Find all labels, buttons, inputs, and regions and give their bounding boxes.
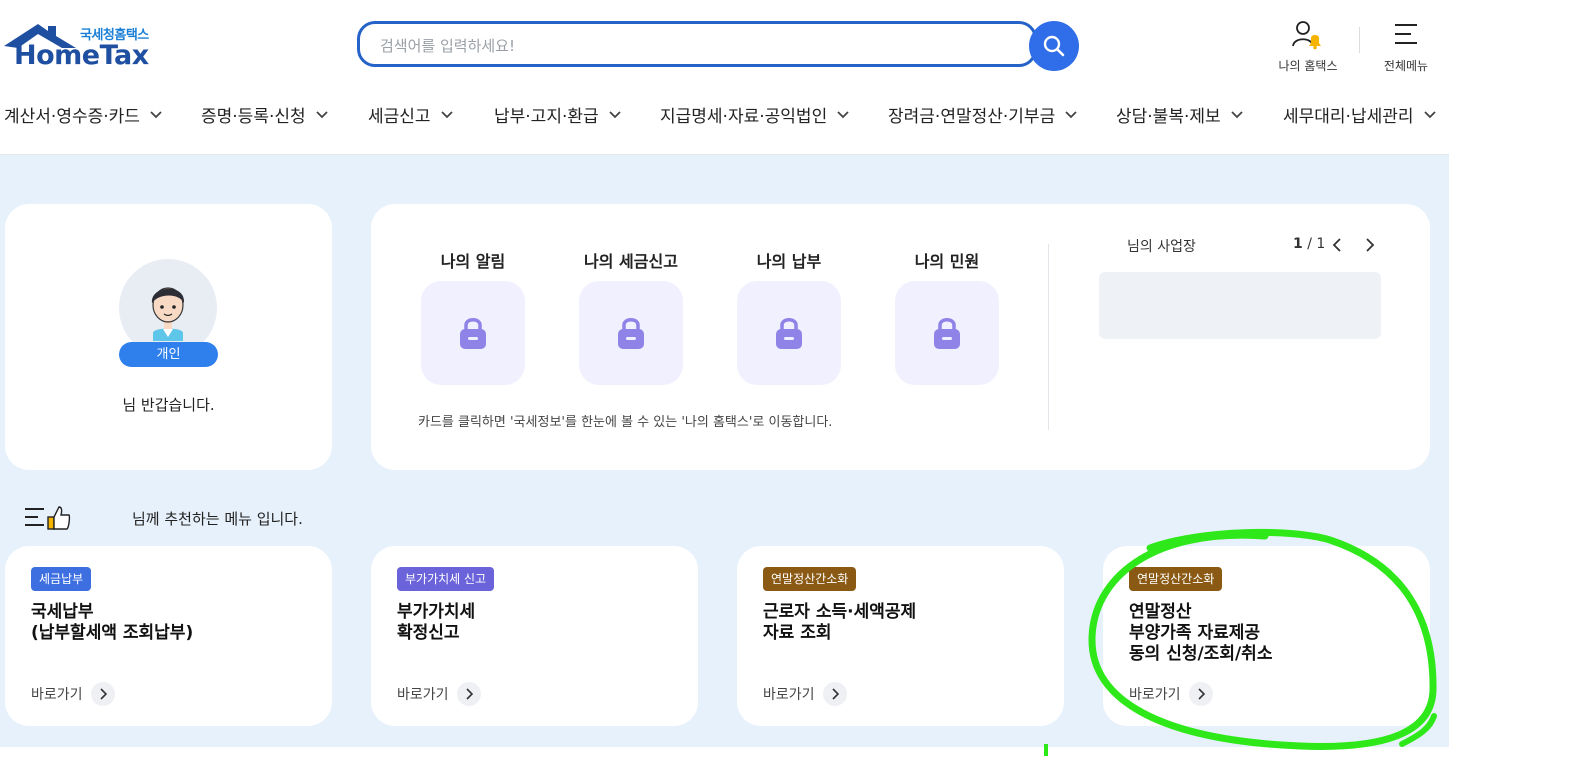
recommend-card-title: 국세납부 (납부할세액 조회납부) [31, 602, 194, 643]
recommend-title-text: 님께 추천하는 메뉴 입니다. [132, 509, 303, 528]
chevron-down-icon [1231, 110, 1243, 118]
stat-tile-civil[interactable] [895, 281, 999, 385]
nav-item-payment[interactable]: 납부·고지·환급 [494, 102, 621, 127]
business-title: 님의 사업장 [1127, 239, 1196, 255]
chevron-down-icon [316, 110, 328, 118]
recommend-card-vat[interactable]: 부가가치세 신고 부가가치세 확정신고 바로가기 [371, 546, 698, 726]
recommend-card-title: 근로자 소득·세액공제 자료 조회 [763, 602, 917, 643]
chevron-right-icon [1188, 682, 1213, 706]
go-label: 바로가기 [31, 687, 83, 703]
nav-item-tax-agent[interactable]: 세무대리·납세관리 [1283, 102, 1436, 127]
recommend-card-title: 부가가치세 확정신고 [397, 602, 476, 643]
nav-item-statements[interactable]: 지급명세·자료·공익법인 [660, 102, 849, 127]
status-note: 카드를 클릭하면 '국세정보'를 한눈에 볼 수 있는 '나의 홈택스'로 이동… [418, 415, 833, 430]
status-divider [1048, 244, 1049, 430]
go-label: 바로가기 [763, 687, 815, 703]
nav-item-year-end[interactable]: 장려금·연말정산·기부금 [888, 102, 1077, 127]
my-hometax-button[interactable]: 나의 홈택스 [1273, 20, 1343, 74]
business-pager: 1 / 1 [1293, 236, 1325, 252]
search-icon [1043, 35, 1065, 57]
search-input[interactable] [378, 33, 1022, 59]
go-label: 바로가기 [1129, 687, 1181, 703]
go-link[interactable]: 바로가기 [1129, 682, 1213, 706]
chevron-left-icon [1332, 238, 1341, 252]
chevron-down-icon [150, 110, 162, 118]
go-link[interactable]: 바로가기 [397, 682, 481, 706]
recommend-card-income-deduction[interactable]: 연말정산간소화 근로자 소득·세액공제 자료 조회 바로가기 [737, 546, 1064, 726]
hometax-logo[interactable]: 국세청홈택스 HomeTax [4, 22, 164, 74]
pager-current: 1 [1293, 236, 1303, 252]
chevron-down-icon [609, 110, 621, 118]
go-link[interactable]: 바로가기 [763, 682, 847, 706]
stat-label-tax-filing: 나의 세금신고 [584, 252, 678, 271]
recommend-tag: 연말정산간소화 [1129, 567, 1223, 591]
lock-icon [618, 318, 644, 349]
stat-tile-notice[interactable] [421, 281, 525, 385]
recommend-tag: 세금납부 [31, 567, 92, 591]
recommend-card-title: 연말정산 부양가족 자료제공 동의 신청/조회/취소 [1129, 602, 1273, 664]
nav-item-label: 지급명세·자료·공익법인 [660, 107, 828, 127]
my-hometax-label: 나의 홈택스 [1278, 59, 1338, 73]
logo-title: HomeTax [14, 40, 149, 71]
nav-item-consulting[interactable]: 상담·불복·제보 [1116, 102, 1243, 127]
nav-item-invoice[interactable]: 계산서·영수증·카드 [4, 102, 162, 127]
chevron-down-icon [440, 110, 453, 118]
stat-tile-payment[interactable] [737, 281, 841, 385]
thumbs-up-menu-icon [25, 506, 71, 530]
nav-item-label: 세무대리·납세관리 [1283, 107, 1414, 127]
hamburger-menu-icon [1395, 24, 1417, 44]
recommend-tag: 연말정산간소화 [763, 567, 857, 591]
nav-item-tax-filing[interactable]: 세금신고 [368, 102, 453, 127]
search-button[interactable] [1029, 21, 1079, 71]
nav-item-label: 계산서·영수증·카드 [4, 107, 140, 127]
nav-item-label: 장려금·연말정산·기부금 [888, 107, 1056, 127]
recommend-title: 님께 추천하는 메뉴 입니다. [24, 505, 303, 531]
util-divider [1359, 27, 1360, 53]
recommend-card-tax-payment[interactable]: 세금납부 국세납부 (납부할세액 조회납부) 바로가기 [5, 546, 332, 726]
chevron-right-icon [822, 682, 847, 706]
nav-item-label: 증명·등록·신청 [201, 107, 306, 127]
chevron-right-icon [90, 682, 115, 706]
nav-item-label: 세금신고 [368, 107, 431, 127]
all-menu-button[interactable]: 전체메뉴 [1375, 20, 1437, 74]
chevron-down-icon [837, 110, 849, 118]
user-bell-icon [1292, 21, 1321, 50]
my-status-card: 나의 알림 나의 세금신고 나의 납부 나의 민원 카드를 클릭하면 '국세정보… [371, 204, 1430, 470]
stat-label-notice: 나의 알림 [440, 252, 506, 271]
recommend-tag: 부가가치세 신고 [397, 567, 495, 591]
lock-icon [460, 318, 486, 349]
pager-next-button[interactable] [1360, 234, 1380, 256]
chevron-down-icon [1423, 110, 1436, 118]
search-box [357, 21, 1037, 67]
recommend-card-dependents-consent[interactable]: 연말정산간소화 연말정산 부양가족 자료제공 동의 신청/조회/취소 바로가기 [1103, 546, 1430, 726]
nav-item-label: 상담·불복·제보 [1116, 107, 1221, 127]
greeting-text: 님 반갑습니다. [122, 396, 215, 414]
lock-icon [776, 318, 802, 349]
chevron-down-icon [1065, 110, 1077, 118]
chevron-right-icon [1366, 238, 1375, 252]
personal-badge: 개인 [119, 342, 218, 367]
go-link[interactable]: 바로가기 [31, 682, 115, 706]
profile-card: 개인 님 반갑습니다. [5, 204, 332, 470]
lock-icon [934, 318, 960, 349]
pager-prev-button[interactable] [1327, 234, 1347, 256]
nav-item-certificates[interactable]: 증명·등록·신청 [201, 102, 328, 127]
business-info-box[interactable] [1099, 272, 1381, 339]
all-menu-label: 전체메뉴 [1383, 59, 1429, 73]
stat-tile-tax-filing[interactable] [579, 281, 683, 385]
nav-item-label: 납부·고지·환급 [494, 107, 599, 127]
stat-label-civil: 나의 민원 [914, 252, 980, 271]
stat-label-payment: 나의 납부 [756, 252, 822, 271]
go-label: 바로가기 [397, 687, 449, 703]
chevron-right-icon [456, 682, 481, 706]
pager-total: / 1 [1307, 236, 1326, 252]
